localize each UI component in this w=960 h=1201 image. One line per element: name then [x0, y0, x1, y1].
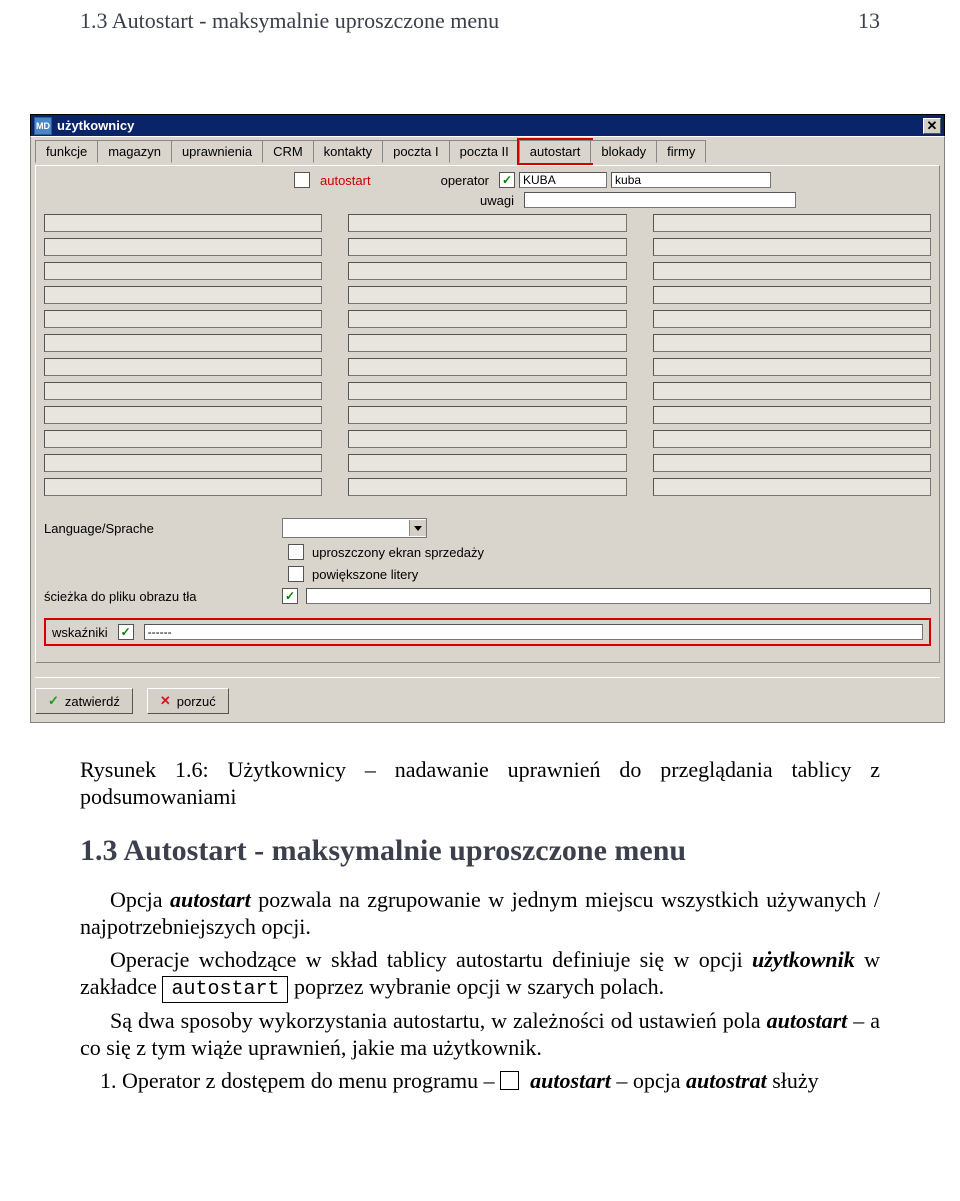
slot[interactable] — [348, 334, 626, 352]
figure-caption: Rysunek 1.6: Użytkownicy – nadawanie upr… — [80, 757, 880, 811]
bgpath-field[interactable] — [306, 588, 931, 604]
slot[interactable] — [44, 454, 322, 472]
button-bar: ✓ zatwierdź ✕ porzuć — [35, 677, 940, 714]
language-dropdown[interactable] — [282, 518, 427, 538]
slot[interactable] — [653, 454, 931, 472]
paragraph-2: Operacje wchodzące w skład tablicy autos… — [80, 947, 880, 1002]
tab-kontakty[interactable]: kontakty — [313, 140, 383, 163]
opt-bigletters-label: powiększone litery — [312, 567, 418, 582]
tab-firmy[interactable]: firmy — [656, 140, 706, 163]
slot[interactable] — [348, 478, 626, 496]
slot[interactable] — [44, 406, 322, 424]
slot[interactable] — [44, 286, 322, 304]
confirm-button[interactable]: ✓ zatwierdź — [35, 688, 133, 714]
window-client: funkcje magazyn uprawnienia CRM kontakty… — [30, 136, 945, 723]
tab-uprawnienia[interactable]: uprawnienia — [171, 140, 263, 163]
wskazniki-label: wskaźniki — [52, 625, 108, 640]
chevron-down-icon[interactable] — [409, 520, 426, 536]
section-heading: 1.3 Autostart - maksymalnie uproszczone … — [80, 833, 880, 870]
slot[interactable] — [348, 454, 626, 472]
uwagi-field[interactable] — [524, 192, 796, 208]
page-header: 1.3 Autostart - maksymalnie uproszczone … — [80, 0, 880, 34]
tab-poczta2[interactable]: poczta II — [449, 140, 520, 163]
slot[interactable] — [653, 406, 931, 424]
slot[interactable] — [44, 334, 322, 352]
tab-funkcje[interactable]: funkcje — [35, 140, 98, 163]
slot[interactable] — [653, 334, 931, 352]
slot[interactable] — [348, 430, 626, 448]
slot[interactable] — [348, 310, 626, 328]
wskazniki-field[interactable]: ------ — [144, 624, 923, 640]
slot[interactable] — [653, 286, 931, 304]
operator-code-field[interactable]: KUBA — [519, 172, 607, 188]
slot[interactable] — [348, 214, 626, 232]
autostart-checkbox-label: autostart — [320, 173, 371, 188]
cancel-button-label: porzuć — [177, 694, 216, 709]
tab-poczta1[interactable]: poczta I — [382, 140, 450, 163]
bgpath-check[interactable]: ✓ — [282, 588, 298, 604]
slot[interactable] — [348, 238, 626, 256]
operator-label: operator — [441, 173, 489, 188]
paragraph-3: Są dwa sposoby wykorzystania autostartu,… — [80, 1008, 880, 1062]
operator-name-field[interactable]: kuba — [611, 172, 771, 188]
slot[interactable] — [653, 430, 931, 448]
slot[interactable] — [653, 382, 931, 400]
slot[interactable] — [44, 262, 322, 280]
list-item-1: 1. Operator z dostępem do menu programu … — [100, 1068, 880, 1095]
titlebar: MD użytkownicy ✕ — [30, 114, 945, 136]
autostart-checkbox[interactable] — [294, 172, 310, 188]
paragraph-1: Opcja autostart pozwala na zgrupowanie w… — [80, 887, 880, 941]
slot[interactable] — [653, 310, 931, 328]
header-page-number: 13 — [858, 8, 880, 34]
slot[interactable] — [44, 238, 322, 256]
slot[interactable] — [44, 382, 322, 400]
cancel-button[interactable]: ✕ porzuć — [147, 688, 229, 714]
slot[interactable] — [348, 406, 626, 424]
wskazniki-check[interactable]: ✓ — [118, 624, 134, 640]
slot[interactable] — [653, 358, 931, 376]
operator-check[interactable]: ✓ — [499, 172, 515, 188]
language-label: Language/Sprache — [44, 521, 274, 536]
slot[interactable] — [653, 214, 931, 232]
slot[interactable] — [348, 262, 626, 280]
application-window: MD użytkownicy ✕ funkcje magazyn uprawni… — [30, 114, 945, 723]
slot[interactable] — [44, 358, 322, 376]
autostart-grid — [44, 214, 931, 496]
tab-magazyn[interactable]: magazyn — [97, 140, 172, 163]
tab-blokady[interactable]: blokady — [590, 140, 657, 163]
tab-crm[interactable]: CRM — [262, 140, 314, 163]
tab-autostart[interactable]: autostart — [519, 140, 592, 163]
slot[interactable] — [348, 286, 626, 304]
slot[interactable] — [348, 358, 626, 376]
inline-tab-box: autostart — [162, 976, 288, 1003]
slot[interactable] — [653, 262, 931, 280]
slot[interactable] — [44, 478, 322, 496]
confirm-button-label: zatwierdź — [65, 694, 120, 709]
check-icon: ✓ — [48, 693, 59, 709]
app-icon: MD — [34, 117, 52, 135]
slot[interactable] — [653, 478, 931, 496]
close-icon: ✕ — [160, 693, 171, 709]
slot[interactable] — [348, 382, 626, 400]
checkbox-glyph — [500, 1071, 519, 1090]
tab-panel: autostart operator ✓ KUBA kuba uwagi — [35, 165, 940, 663]
header-left: 1.3 Autostart - maksymalnie uproszczone … — [80, 8, 499, 34]
opt-simplified-checkbox[interactable] — [288, 544, 304, 560]
article-body: Rysunek 1.6: Użytkownicy – nadawanie upr… — [80, 757, 880, 1095]
opt-bigletters-checkbox[interactable] — [288, 566, 304, 582]
window-title: użytkownicy — [57, 118, 134, 133]
opt-simplified-label: uproszczony ekran sprzedaży — [312, 545, 484, 560]
wskazniki-row: wskaźniki ✓ ------ — [44, 618, 931, 646]
tab-strip: funkcje magazyn uprawnienia CRM kontakty… — [35, 140, 940, 163]
slot[interactable] — [44, 310, 322, 328]
uwagi-label: uwagi — [480, 193, 514, 208]
slot[interactable] — [44, 214, 322, 232]
slot[interactable] — [44, 430, 322, 448]
bgpath-label: ścieżka do pliku obrazu tła — [44, 589, 274, 604]
close-icon[interactable]: ✕ — [923, 118, 941, 134]
slot[interactable] — [653, 238, 931, 256]
